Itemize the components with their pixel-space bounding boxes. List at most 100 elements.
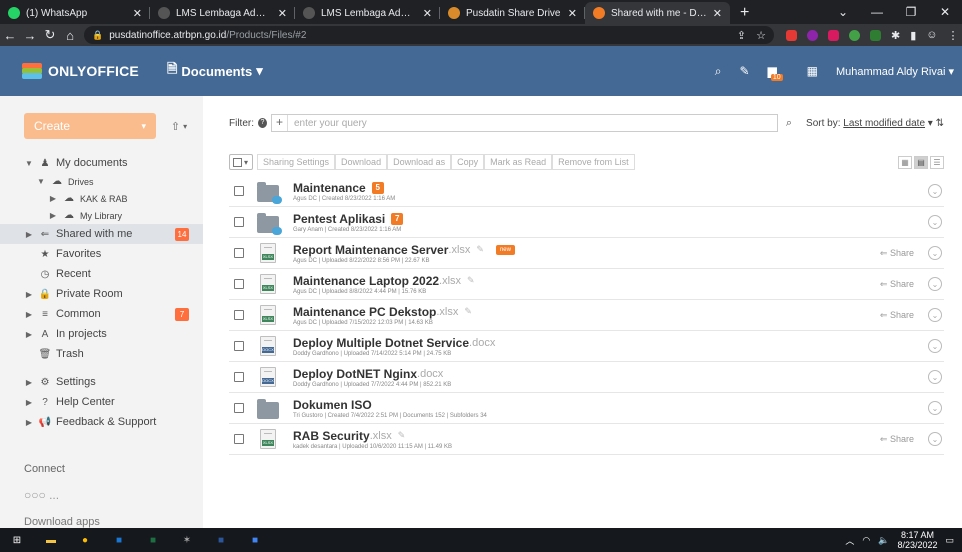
file-row[interactable]: Maintenance PC Dekstop.xlsx ✎ Agus DC | U…	[229, 300, 944, 331]
file-row[interactable]: Dokumen ISO Tri Gustoro | Created 7/4/20…	[229, 393, 944, 424]
help-icon[interactable]: ?	[258, 118, 267, 128]
share-button[interactable]: ⇐ Share	[880, 434, 914, 445]
share-button[interactable]: ⇐ Share	[880, 279, 914, 290]
file-name[interactable]: RAB Security	[293, 429, 370, 443]
app-icon[interactable]: ✶	[176, 532, 198, 548]
chevron-down-icon[interactable]: ⌄	[928, 370, 942, 384]
list-view-icon[interactable]: ☰	[930, 155, 944, 169]
file-row[interactable]: Pentest Aplikasi 7 Gary Anam | Created 8/…	[229, 207, 944, 238]
sidebar-item[interactable]: ▶? Help Center	[0, 392, 203, 412]
tree-arrow-icon[interactable]: ▶	[48, 194, 58, 203]
file-explorer-icon[interactable]: ▬	[40, 532, 62, 548]
file-row[interactable]: Report Maintenance Server.xlsx ✎ new Agus …	[229, 238, 944, 269]
tree-arrow-icon[interactable]: ▶	[24, 398, 34, 407]
tree-arrow-icon[interactable]: ▶	[48, 211, 58, 220]
tree-arrow-icon[interactable]: ▶	[24, 230, 34, 239]
home-icon[interactable]: ⌂	[60, 28, 80, 43]
notifications-icon[interactable]: ▆10	[768, 64, 789, 81]
row-checkbox[interactable]	[234, 248, 244, 258]
meet-icon[interactable]: ■	[244, 532, 266, 548]
extension-icon[interactable]	[870, 29, 881, 41]
file-row[interactable]: Maintenance Laptop 2022.xlsx ✎ Agus DC | …	[229, 269, 944, 300]
sort-by[interactable]: Sort by: Last modified date ▾ ⇅	[806, 118, 944, 129]
pencil-icon[interactable]: ✎	[398, 430, 406, 441]
file-row[interactable]: Deploy DotNET Nginx.docx Doddy Gardhono …	[229, 362, 944, 393]
chevron-down-icon[interactable]: ⌄	[928, 277, 942, 291]
row-checkbox[interactable]	[234, 310, 244, 320]
close-icon[interactable]: ✕	[133, 7, 142, 20]
pencil-icon[interactable]: ✎	[476, 244, 484, 255]
share-button[interactable]: ⇐ Share	[880, 248, 914, 259]
calendar-icon[interactable]: ▦	[807, 64, 818, 78]
chevron-down-icon[interactable]: ⌄	[928, 339, 942, 353]
browser-tab[interactable]: LMS Lembaga Administrasi N ✕	[295, 2, 440, 24]
feed-icon[interactable]: ✎	[740, 64, 750, 78]
search-icon[interactable]: ⌕	[786, 117, 792, 130]
toolbar-button[interactable]: Remove from List	[552, 154, 635, 170]
volume-icon[interactable]: 🔈	[878, 535, 889, 546]
share-page-icon[interactable]: ⇪	[737, 29, 746, 42]
file-row[interactable]: RAB Security.xlsx ✎ kadek desantara | Upl…	[229, 424, 944, 455]
select-all-checkbox[interactable]: ▾	[229, 154, 253, 170]
row-checkbox[interactable]	[234, 186, 244, 196]
sidebar-item[interactable]: 🗑 Trash	[0, 344, 203, 364]
sidepanel-icon[interactable]: ▮	[910, 29, 916, 42]
sidebar-item[interactable]: ▶ 🔒 Private Room	[0, 284, 203, 304]
chevron-down-icon[interactable]: ⌄	[928, 432, 942, 446]
browser-tab[interactable]: Pusdatin Share Drive ✕	[440, 2, 585, 24]
pencil-icon[interactable]: ✎	[467, 275, 475, 286]
module-menu[interactable]: 🗎 Documents ▾	[167, 60, 263, 82]
sidebar-item[interactable]: ▼ ♟ My documents	[0, 153, 203, 173]
file-name[interactable]: Report Maintenance Server	[293, 243, 448, 257]
new-tab-button[interactable]: +	[730, 2, 759, 24]
extension-icon[interactable]	[828, 29, 839, 41]
tree-arrow-icon[interactable]: ▶	[24, 330, 34, 339]
add-filter-button[interactable]: +	[272, 115, 288, 131]
toolbar-button[interactable]: Download	[335, 154, 388, 170]
network-icon[interactable]: ◠	[862, 535, 870, 546]
extension-icon[interactable]	[807, 29, 818, 41]
tree-arrow-icon[interactable]: ▶	[24, 418, 34, 427]
sidebar-item[interactable]: ▶ ⚙ Settings	[0, 372, 203, 392]
toolbar-button[interactable]: Mark as Read	[484, 154, 553, 170]
file-row[interactable]: Maintenance 5 Agus DC | Created 8/23/2022…	[229, 176, 944, 207]
toolbar-button[interactable]: Download as	[387, 154, 452, 170]
close-window-icon[interactable]: ✕	[928, 0, 962, 24]
row-checkbox[interactable]	[234, 434, 244, 444]
file-row[interactable]: Deploy Multiple Dotnet Service.docx Dodd…	[229, 331, 944, 362]
sidebar-item[interactable]: ▼ ☁ Drives	[0, 173, 203, 190]
row-checkbox[interactable]	[234, 217, 244, 227]
menu-dots-icon[interactable]: ⋮	[948, 29, 959, 42]
filter-input[interactable]	[287, 116, 777, 130]
sidebar-item[interactable]: ★ Favorites	[0, 244, 203, 264]
user-menu[interactable]: Muhammad Aldy Rivai ▾	[836, 65, 954, 78]
file-name[interactable]: Maintenance	[293, 181, 366, 195]
chevron-down-icon[interactable]: ⌄	[928, 215, 942, 229]
sidebar-item[interactable]: ▶ ⇐ Shared with me 14	[0, 224, 203, 244]
toolbar-button[interactable]: Sharing Settings	[257, 154, 336, 170]
download-apps-link[interactable]: Download apps	[24, 516, 100, 528]
browser-tab[interactable]: LMS Lembaga Administrasi N ✕	[150, 2, 295, 24]
pencil-icon[interactable]: ✎	[464, 306, 472, 317]
row-checkbox[interactable]	[234, 403, 244, 413]
reload-icon[interactable]: ↻	[40, 27, 60, 43]
tab-search-icon[interactable]: ⌄	[826, 0, 860, 24]
notification-center-icon[interactable]: ▭	[945, 535, 954, 546]
file-name[interactable]: Pentest Aplikasi	[293, 212, 385, 226]
file-name[interactable]: Dokumen ISO	[293, 398, 372, 412]
row-checkbox[interactable]	[234, 341, 244, 351]
word-icon[interactable]: ■	[210, 532, 232, 548]
windows-start-icon[interactable]: ⊞	[6, 532, 28, 548]
onlyoffice-logo[interactable]: ONLYOFFICE	[22, 63, 139, 79]
sidebar-item[interactable]: ▶ ≡ Common 7	[0, 304, 203, 324]
tree-arrow-icon[interactable]: ▶	[24, 378, 34, 387]
tree-arrow-icon[interactable]: ▶	[24, 310, 34, 319]
create-button[interactable]: Create ▾	[24, 113, 156, 139]
maximize-icon[interactable]: ❐	[894, 0, 928, 24]
puzzle-icon[interactable]: ✱	[891, 29, 900, 42]
forward-icon[interactable]: →	[20, 28, 40, 43]
extension-icon[interactable]	[786, 29, 797, 41]
minimize-icon[interactable]: —	[860, 0, 894, 24]
share-button[interactable]: ⇐ Share	[880, 310, 914, 321]
toolbar-button[interactable]: Copy	[451, 154, 485, 170]
